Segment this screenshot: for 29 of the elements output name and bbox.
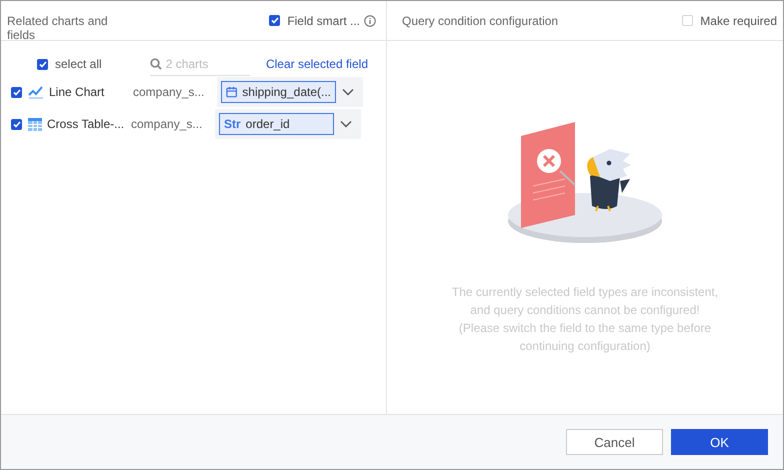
ok-button[interactable]: OK <box>671 429 768 455</box>
dataset-name: company_s... <box>133 85 206 99</box>
chart-name: Line Chart <box>49 85 106 99</box>
search-field[interactable]: 2 charts <box>166 56 246 70</box>
field-name: shipping_date(... <box>242 85 331 99</box>
checkbox[interactable] <box>37 58 48 70</box>
cancel-button[interactable]: Cancel <box>566 429 663 455</box>
checkbox-label: select all <box>55 57 102 71</box>
chart-name: Cross Table-... <box>47 117 126 131</box>
info-icon <box>364 14 376 26</box>
checkbox[interactable] <box>11 86 22 98</box>
panel-title: Query condition configuration <box>402 14 558 28</box>
clear-field-link[interactable]: Clear selected field <box>266 57 368 71</box>
checkbox-label: Field smart ... <box>287 14 360 28</box>
dataset-name: company_s... <box>131 117 204 131</box>
panel-title: Related charts and fields <box>7 14 109 42</box>
field-name: order_id <box>246 117 290 131</box>
line-chart-icon <box>28 85 44 99</box>
chevron-icon[interactable] <box>342 88 354 96</box>
field-select[interactable]: shipping_date(... <box>217 77 363 107</box>
string-type-label: Str <box>224 117 241 131</box>
checkbox[interactable] <box>269 15 280 26</box>
calendar-icon <box>226 86 238 98</box>
table-icon <box>28 118 42 130</box>
search-icon <box>150 58 162 70</box>
field-select[interactable]: Str order_id <box>215 109 361 139</box>
chevron-icon[interactable] <box>340 120 352 128</box>
checkbox[interactable] <box>11 118 22 130</box>
checkbox-label: Make required <box>700 14 777 28</box>
